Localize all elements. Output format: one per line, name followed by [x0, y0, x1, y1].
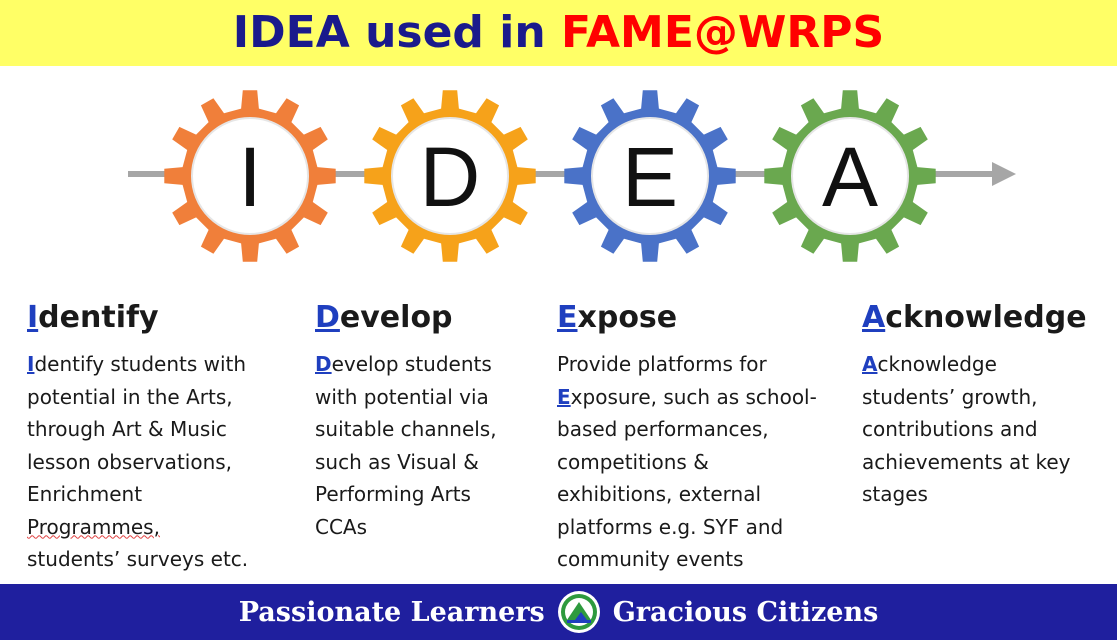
heading-rest-identify: dentify: [38, 300, 159, 335]
heading-initial-e: E: [557, 300, 578, 335]
gear-i: I: [164, 90, 336, 262]
heading-initial-d: D: [315, 300, 340, 335]
desc-line: exhibitions, external: [557, 482, 762, 506]
desc-line: stages: [862, 482, 928, 506]
desc-line: suitable channels,: [315, 417, 497, 441]
desc-initial-e: E: [557, 384, 571, 409]
column-identify: Identify Identify students with potentia…: [27, 296, 248, 576]
heading-acknowledge: Acknowledge: [862, 296, 1087, 340]
heading-initial-a: A: [862, 300, 886, 335]
gear-letter-i: I: [238, 130, 261, 224]
desc-line: evelop students: [331, 352, 492, 376]
title-prefix: IDEA used in: [232, 7, 561, 58]
desc-initial-d: D: [315, 352, 332, 376]
desc-line: lesson observations,: [27, 449, 233, 474]
footer-right-text: Gracious Citizens: [612, 596, 879, 628]
desc-acknowledge: Acknowledge students’ growth, contributi…: [862, 348, 1087, 511]
heading-rest-develop: evelop: [339, 300, 453, 335]
footer-left-text: Passionate Learners: [238, 596, 545, 628]
heading-initial-i: I: [27, 300, 39, 335]
desc-line: competitions &: [557, 449, 709, 474]
desc-line: through Art & Music: [27, 417, 227, 441]
arrow-head-icon: [992, 162, 1016, 186]
desc-line: Performing Arts: [315, 482, 471, 506]
gear-letter-a: A: [822, 130, 878, 224]
title-banner: IDEA used in FAME@WRPS: [0, 0, 1117, 66]
column-acknowledge: Acknowledge Acknowledge students’ growth…: [862, 296, 1087, 511]
gear-diagram: IDEA: [0, 66, 1117, 288]
desc-expose: Provide platforms for Exposure, such as …: [557, 348, 817, 576]
gear-letter-e: E: [622, 130, 678, 224]
desc-identify: Identify students with potential in the …: [27, 348, 248, 576]
desc-line: cknowledge: [877, 352, 997, 376]
desc-line: Enrichment: [27, 482, 143, 506]
title-highlight: FAME@WRPS: [560, 7, 885, 58]
heading-rest-acknowledge: cknowledge: [885, 300, 1087, 335]
desc-line: with potential via: [315, 384, 489, 409]
desc-line: platforms e.g. SYF and: [557, 514, 784, 539]
column-develop: Develop Develop students with potential …: [315, 296, 497, 543]
desc-line: CCAs: [315, 514, 368, 539]
heading-rest-expose: xpose: [577, 300, 678, 335]
desc-line: xposure, such as school-: [570, 384, 817, 409]
gear-letter-d: D: [420, 130, 481, 224]
gear-d: D: [364, 90, 536, 262]
desc-line: community events: [557, 547, 744, 571]
desc-line: contributions and: [862, 417, 1038, 441]
school-crest-icon: [557, 591, 600, 633]
desc-line: potential in the Arts,: [27, 384, 233, 409]
page-title: IDEA used in FAME@WRPS: [0, 6, 1117, 60]
desc-line: achievements at key: [862, 449, 1071, 474]
desc-initial-a: A: [862, 352, 878, 376]
desc-line: students’ growth,: [862, 384, 1038, 409]
gear-chain: IDEA: [128, 90, 1016, 262]
footer-banner: Passionate Learners Gracious Citizens: [0, 584, 1117, 640]
desc-line-spellcheck: Programmes,: [27, 514, 160, 539]
heading-identify: Identify: [27, 296, 248, 340]
desc-line: students’ surveys etc.: [27, 547, 249, 571]
desc-line: Provide platforms for: [557, 352, 767, 376]
desc-line: based performances,: [557, 417, 769, 441]
desc-develop: Develop students with potential via suit…: [315, 348, 497, 543]
gear-a: A: [764, 90, 936, 262]
column-expose: Expose Provide platforms for Exposure, s…: [557, 296, 817, 576]
desc-line: such as Visual &: [315, 449, 479, 474]
gear-e: E: [564, 90, 736, 262]
heading-develop: Develop: [315, 296, 497, 340]
heading-expose: Expose: [557, 296, 817, 340]
desc-line: dentify students with: [34, 352, 247, 376]
